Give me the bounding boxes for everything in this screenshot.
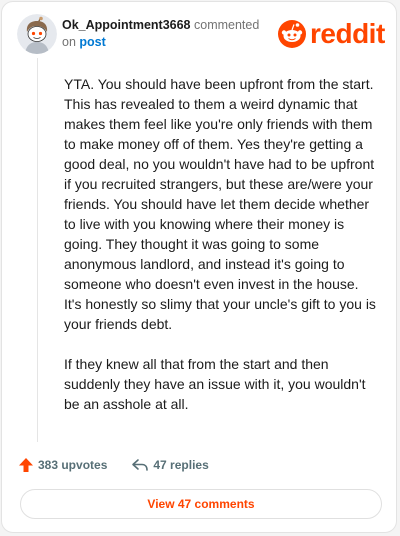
replies-count: 47 replies [153,458,209,472]
view-comments-button[interactable]: View 47 comments [20,489,382,519]
comment-meta: Ok_Appointment3668 commented on post [62,17,277,51]
comment-actions: 383 upvotes 47 replies [18,454,209,476]
username-link[interactable]: Ok_Appointment3668 [62,18,191,32]
comment-paragraph: YTA. You should have been upfront from t… [64,76,376,332]
avatar-icon[interactable] [17,14,57,54]
comment-card: Ok_Appointment3668 commented on post red… [1,1,397,533]
thread-line[interactable] [37,58,38,442]
reddit-logo-icon [278,20,306,48]
upvote-button[interactable]: 383 upvotes [18,457,107,473]
reply-arrow-icon [132,459,149,471]
post-link[interactable]: post [79,35,105,49]
reddit-wordmark: reddit [310,18,385,49]
replies-button[interactable]: 47 replies [131,457,209,473]
upvote-arrow-icon [19,458,33,472]
commented-label: commented [194,18,260,32]
upvotes-count: 383 upvotes [38,458,108,472]
comment-paragraph: If they knew all that from the start and… [64,356,366,412]
on-label: on [62,35,76,49]
reddit-logo[interactable]: reddit [278,20,385,48]
comment-body: YTA. You should have been upfront from t… [64,74,376,434]
